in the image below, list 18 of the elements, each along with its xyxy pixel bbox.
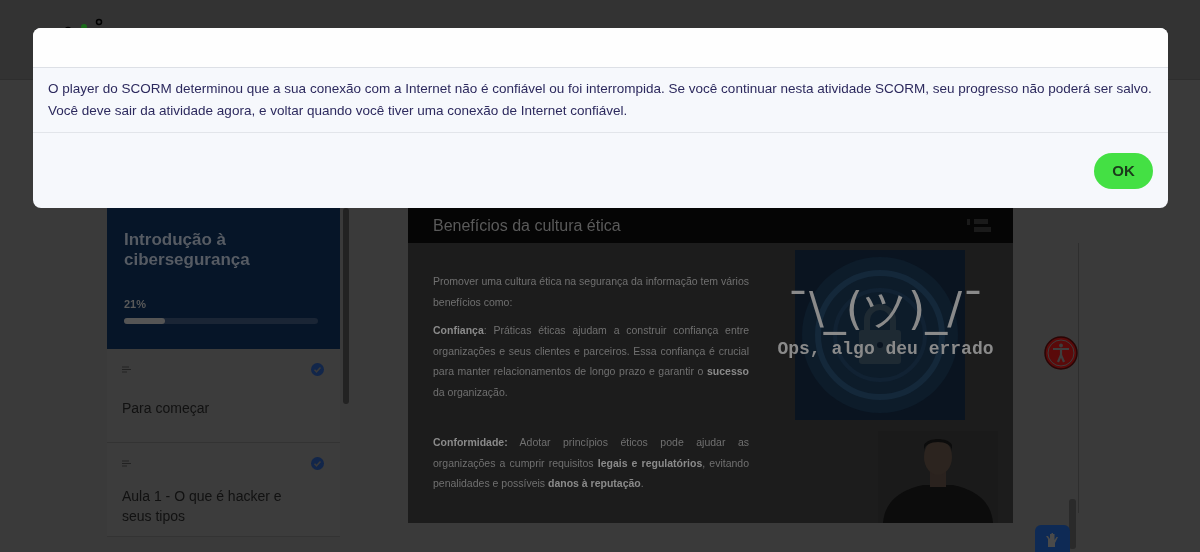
ok-button[interactable]: OK [1094,152,1153,189]
accessibility-icon[interactable] [1044,336,1078,370]
text-icon [122,366,131,373]
error-message: Ops, algo deu errado [777,339,994,359]
hand-icon [1044,533,1061,547]
slide-paragraph: Conformidade: Adotar princípios éticos pode ajudar as organizações a cumprir requisitos legais e regulatórios, evitando penalidades e possíveis danos à reputação. [433,435,749,491]
slide-paragraph: Promover uma cultura ética na segurança da informação tem vários benefícios como: [433,274,749,310]
scrollbar-thumb[interactable] [1069,499,1076,549]
slide-title: Benefícios da cultura ética [433,216,621,235]
course-title: Introdução à cibersegurança [124,230,251,270]
shrug-emoticon: ¯\_(ツ)_/¯ [787,283,984,335]
dialog-message: O player do SCORM determinou que a sua conexão com a Internet não é confiável ou foi interrompida. Se você continuar nesta atividade SCORM, seu progresso não poderá ser salvo. [48,80,1153,98]
slide-paragraph: Confiança: Práticas éticas ajudam a construir confiança entre organizações e seus clientes e parceiros. Essa confiança é crucial para manter relacionamentos de longo prazo e garantir o sucesso da organização. [433,323,749,400]
sign-language-button[interactable] [1035,525,1070,552]
progress-label: 21% [124,298,148,310]
text-icon [122,460,131,467]
scrollbar-thumb[interactable] [343,208,349,404]
dialog-message: Você deve sair da atividade agora, e voltar quando você tiver uma conexão de Internet confiável. [48,102,629,120]
